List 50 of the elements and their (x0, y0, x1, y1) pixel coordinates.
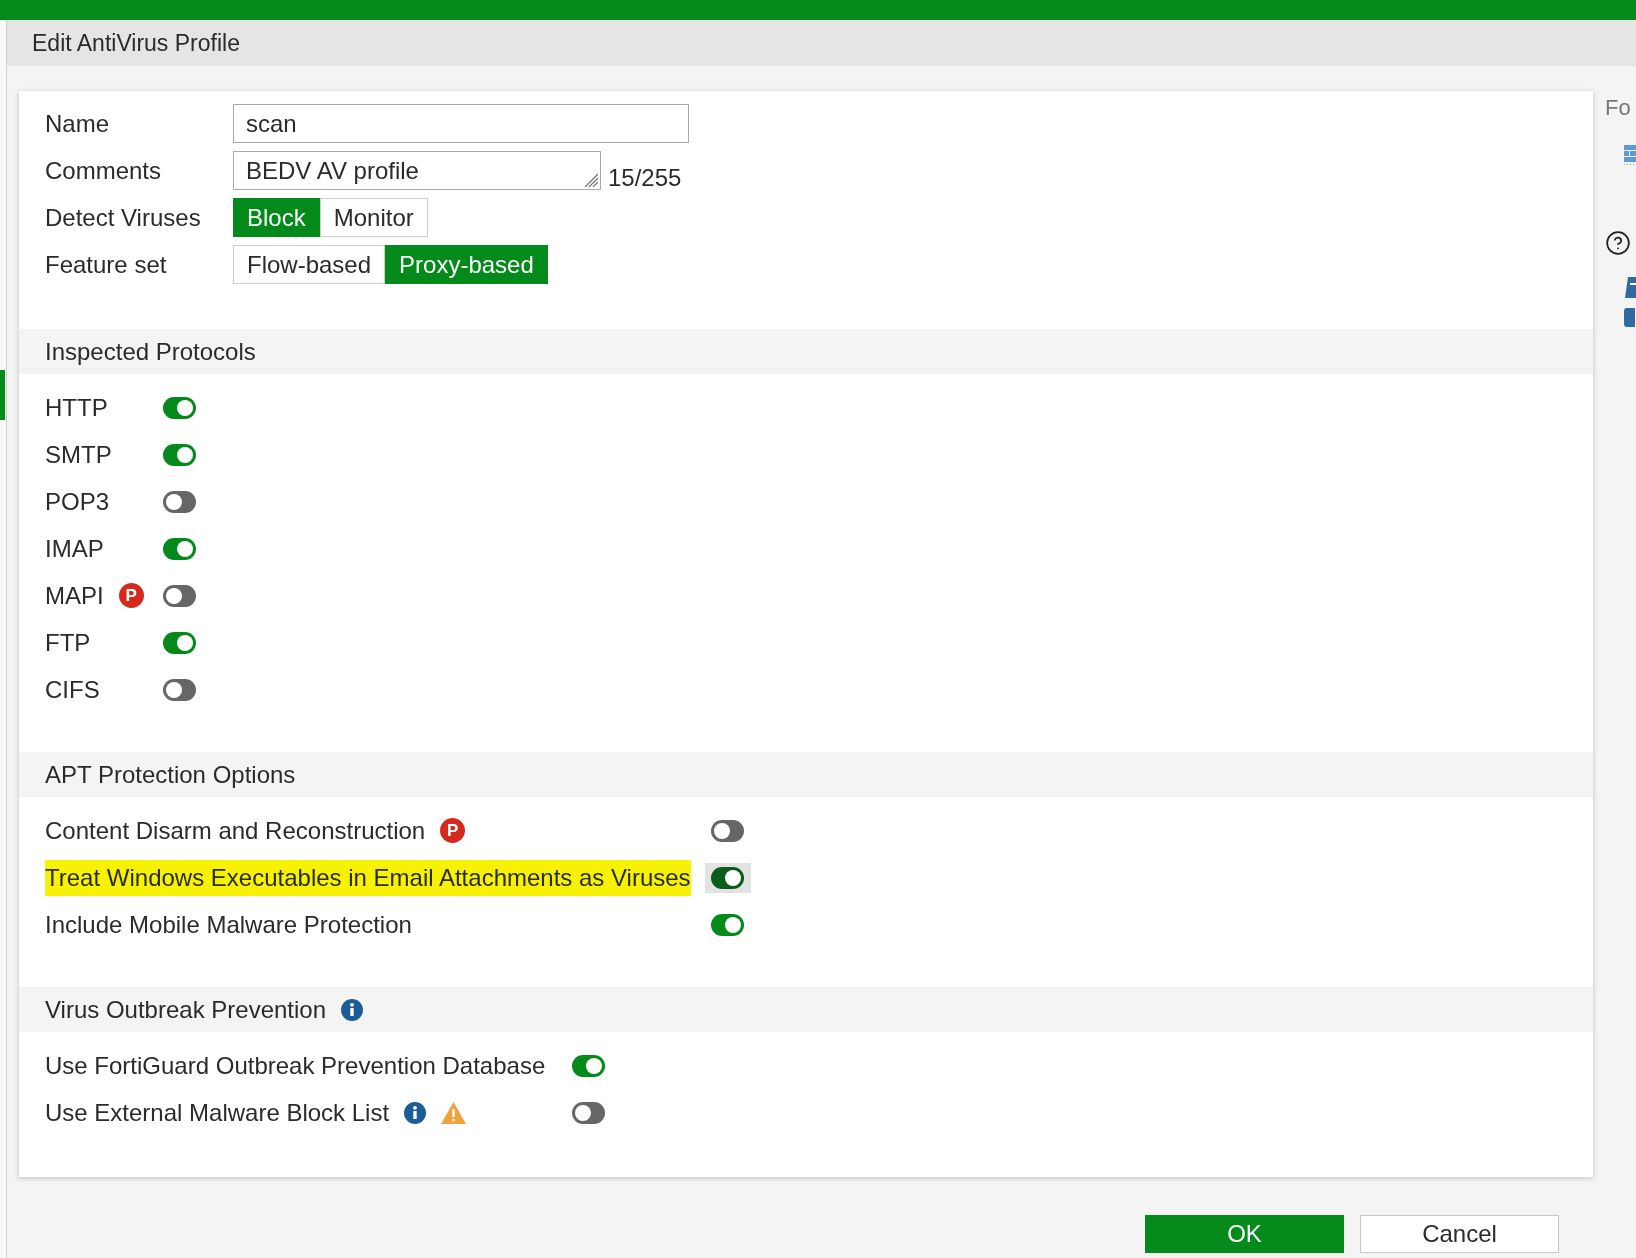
dialog-button[interactable]: Cancel (1360, 1215, 1559, 1253)
segment-option[interactable]: Monitor (319, 198, 428, 237)
segment-option[interactable]: Block (233, 198, 320, 237)
option-label: POP3 (45, 486, 110, 517)
toggle-switch[interactable] (572, 1054, 605, 1077)
field-label: Feature set (45, 249, 168, 280)
option-label: CIFS (45, 674, 100, 705)
segment-option[interactable]: Proxy-based (385, 245, 548, 284)
help-icon[interactable] (1605, 230, 1631, 256)
panel-title: Fo (1605, 94, 1632, 121)
section-title: APT Protection Options (45, 759, 296, 790)
option-label: MAPI (45, 580, 104, 611)
option-label: Use External Malware Block List (45, 1097, 390, 1128)
toggle-switch[interactable] (163, 537, 196, 560)
option-label: Use FortiGuard Outbreak Prevention Database (45, 1050, 546, 1081)
tile-icon[interactable] (1625, 277, 1636, 298)
segment-option[interactable]: Flow-based (233, 245, 386, 284)
comments-field[interactable]: BEDV AV profile (233, 151, 601, 190)
option-label: IMAP (45, 533, 104, 564)
resize-grip-icon[interactable] (584, 173, 598, 187)
option-label: Content Disarm and Reconstruction (45, 815, 426, 846)
option-label: Include Mobile Malware Protection (45, 909, 412, 940)
letter-badge: P (118, 583, 144, 608)
active-indicator (0, 370, 5, 420)
name-field[interactable]: scan (233, 104, 689, 143)
toggle-switch[interactable] (163, 678, 196, 701)
toggle-switch[interactable] (711, 866, 744, 889)
field-label: Name (45, 108, 111, 139)
toggle-switch[interactable] (163, 584, 196, 607)
option-label: SMTP (45, 439, 112, 470)
toggle-switch[interactable] (163, 443, 196, 466)
toggle-switch[interactable] (163, 396, 196, 419)
section-title: Virus Outbreak Prevention (45, 994, 327, 1025)
toggle-switch[interactable] (711, 913, 744, 936)
toggle-switch[interactable] (711, 819, 744, 842)
character-counter: 15/255 (608, 163, 682, 193)
toggle-switch[interactable] (163, 490, 196, 513)
tile-icon[interactable] (1624, 308, 1635, 327)
dialog-button[interactable]: OK (1145, 1215, 1344, 1253)
field-label: Detect Viruses (45, 202, 202, 233)
option-label: HTTP (45, 392, 108, 423)
letter-badge: P (440, 818, 466, 843)
toggle-switch[interactable] (572, 1101, 605, 1124)
field-label: Comments (45, 155, 163, 186)
grid-icon[interactable] (1624, 145, 1636, 165)
toggle-switch[interactable] (163, 631, 196, 654)
section-title: Inspected Protocols (45, 336, 256, 367)
option-label: FTP (45, 627, 91, 658)
option-label: Treat Windows Executables in Email Attachments as Viruses (45, 859, 691, 896)
dialog-title: Edit AntiVirus Profile (32, 28, 240, 58)
